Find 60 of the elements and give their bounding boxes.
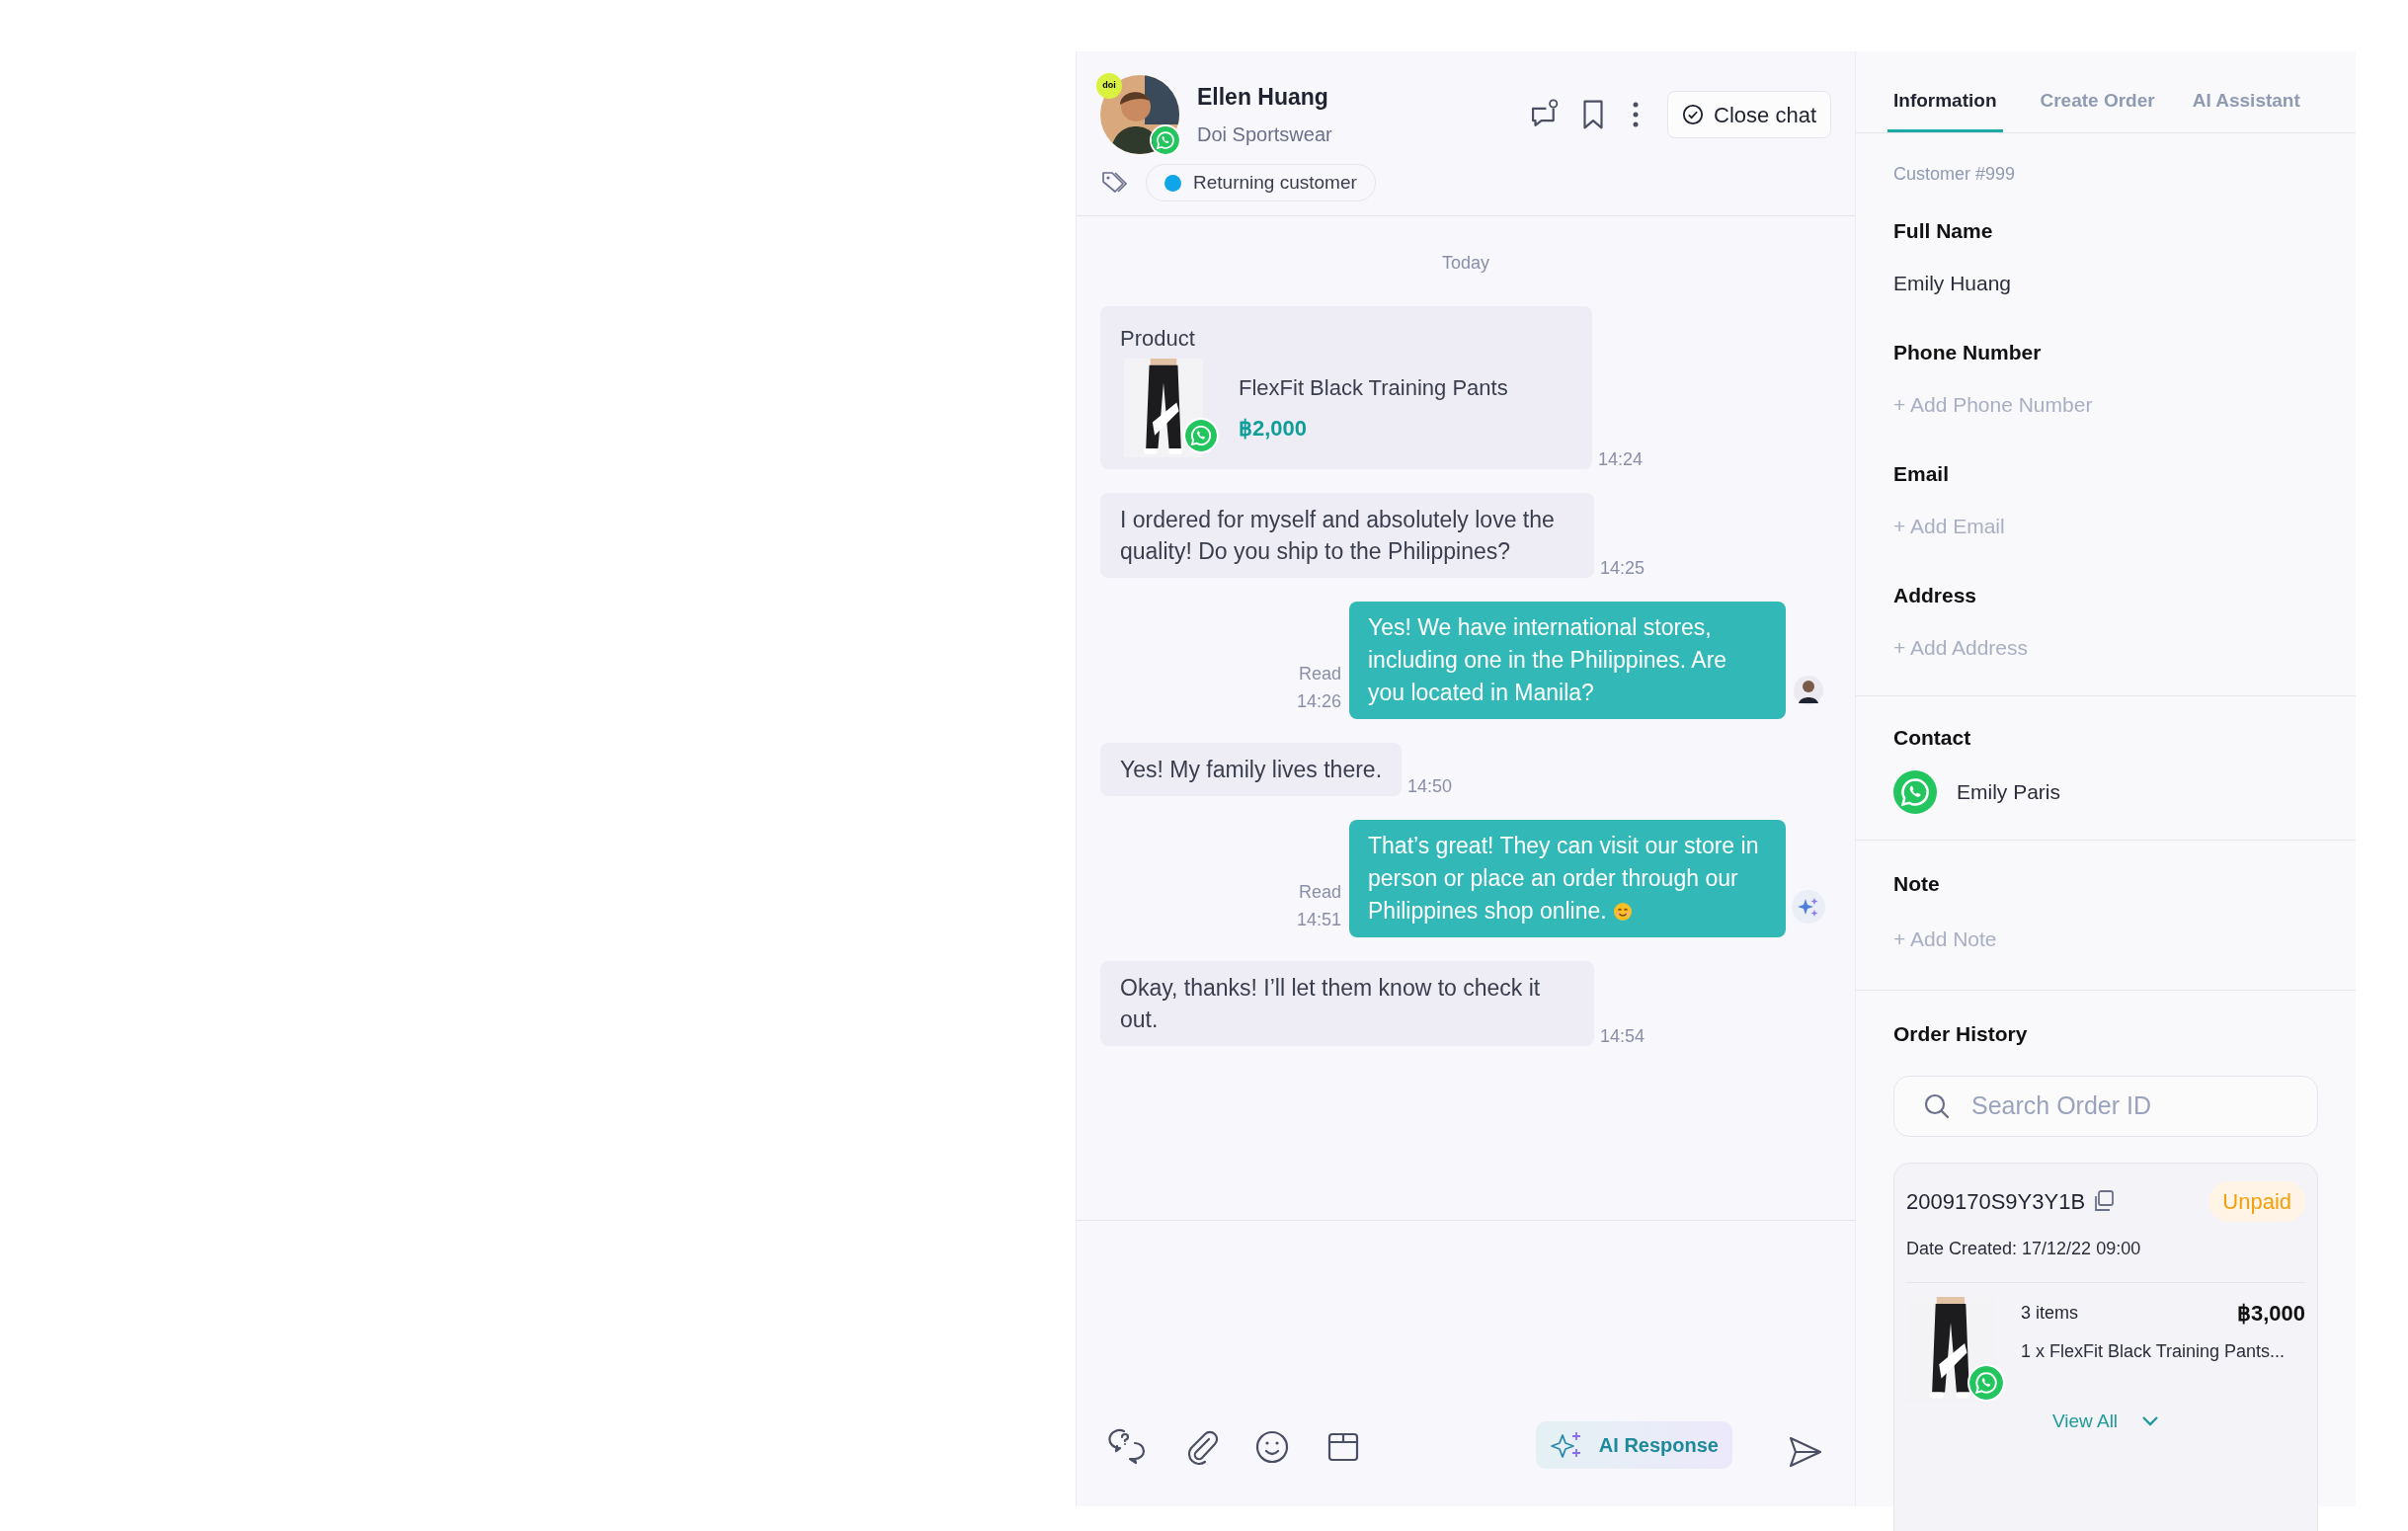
- items-count: 3 items: [2021, 1301, 2079, 1325]
- field-label: Full Name: [1893, 217, 1994, 244]
- field-label: Address: [1893, 582, 1978, 608]
- check-circle-icon: [1682, 104, 1705, 125]
- message-time: 14:50: [1407, 775, 1453, 798]
- order-card[interactable]: 2009170S9Y3Y1B Unpaid Date Created: 17/12/22 09:00 3 items ฿3,000 1 x FlexFit Black Training Pants... View All: [1893, 1162, 2318, 1531]
- order-item: 1 x FlexFit Black Training Pants...: [2021, 1339, 2287, 1363]
- product-label: Product: [1120, 325, 1196, 353]
- read-status: Read: [1298, 881, 1341, 904]
- message-bubble: I ordered for myself and absolutely love the quality! Do you ship to the Philippines?: [1100, 493, 1594, 578]
- send-icon[interactable]: [1788, 1435, 1823, 1469]
- company-name: Doi Sportswear: [1197, 122, 1332, 148]
- field-label: Phone Number: [1893, 339, 2043, 365]
- add-field-link[interactable]: + Add Phone Number: [1893, 389, 2318, 421]
- contact-name: Emily Paris: [1957, 779, 2060, 806]
- message-time: 14:54: [1600, 1025, 1645, 1048]
- message-time: 14:24: [1598, 448, 1644, 471]
- order-id: 2009170S9Y3Y1B: [1906, 1187, 2086, 1216]
- view-all-link[interactable]: View All: [2051, 1407, 2160, 1435]
- tab[interactable]: Information: [1887, 87, 2003, 132]
- field-label: Email: [1893, 460, 1951, 487]
- message-time: 14:26: [1296, 690, 1341, 713]
- message-bubble: Yes! We have international stores, including one in the Philippines. Are you located in Manila?: [1349, 602, 1786, 719]
- section-title: Order History: [1893, 1021, 2029, 1047]
- order-total: ฿3,000: [2236, 1299, 2305, 1328]
- whatsapp-icon: [1150, 124, 1181, 156]
- ai-response-button[interactable]: AI Response: [1535, 1421, 1732, 1469]
- section-title: Contact: [1893, 724, 1972, 751]
- contact-name: Ellen Huang: [1197, 82, 1329, 112]
- tab[interactable]: AI Assistant: [2192, 87, 2300, 132]
- close-chat-button[interactable]: Close chat: [1667, 91, 1831, 138]
- search-field[interactable]: Search Order ID: [1893, 1075, 2318, 1137]
- section-title: Note: [1893, 871, 1941, 897]
- message-bubble: That’s great! They can visit our store in person or place an order through our Philippines shop online.: [1349, 820, 1786, 937]
- add-note-link[interactable]: + Add Note: [1893, 923, 2318, 954]
- message-time: 14:51: [1296, 909, 1341, 931]
- message-time: 14:25: [1600, 557, 1645, 580]
- status-badge: Unpaid: [2208, 1180, 2305, 1222]
- whatsapp-icon: [1967, 1363, 2005, 1402]
- message-bubble: Yes! My family lives there.: [1100, 743, 1403, 796]
- whatsapp-icon: [1893, 770, 1937, 814]
- tab[interactable]: Create Order: [2040, 87, 2155, 132]
- order-date: Date Created: 17/12/22 09:00: [1906, 1235, 2305, 1283]
- field-value: Emily Huang: [1893, 271, 2013, 296]
- date-divider: Today: [1441, 252, 1489, 275]
- brand-badge: doi: [1096, 73, 1122, 99]
- whatsapp-icon: [1183, 418, 1219, 453]
- add-field-link[interactable]: + Add Address: [1893, 632, 2318, 664]
- product-price: ฿2,000: [1239, 415, 1309, 443]
- customer-id: Customer #999: [1893, 162, 2017, 186]
- read-status: Read: [1298, 663, 1341, 685]
- message-bubble: Okay, thanks! I’ll let them know to check it out.: [1100, 961, 1594, 1046]
- add-field-link[interactable]: + Add Email: [1893, 511, 2318, 542]
- tag-label: Returning customer: [1193, 170, 1357, 195]
- search-icon: [1923, 1091, 1951, 1120]
- chevron-down-icon: [2141, 1414, 2160, 1427]
- product-name: FlexFit Black Training Pants: [1239, 374, 1508, 402]
- product-card[interactable]: Product FlexFit Black Training Pants ฿2,000: [1100, 306, 1592, 469]
- sparkle-icon: [1549, 1430, 1583, 1460]
- tags-icon: [1100, 170, 1128, 196]
